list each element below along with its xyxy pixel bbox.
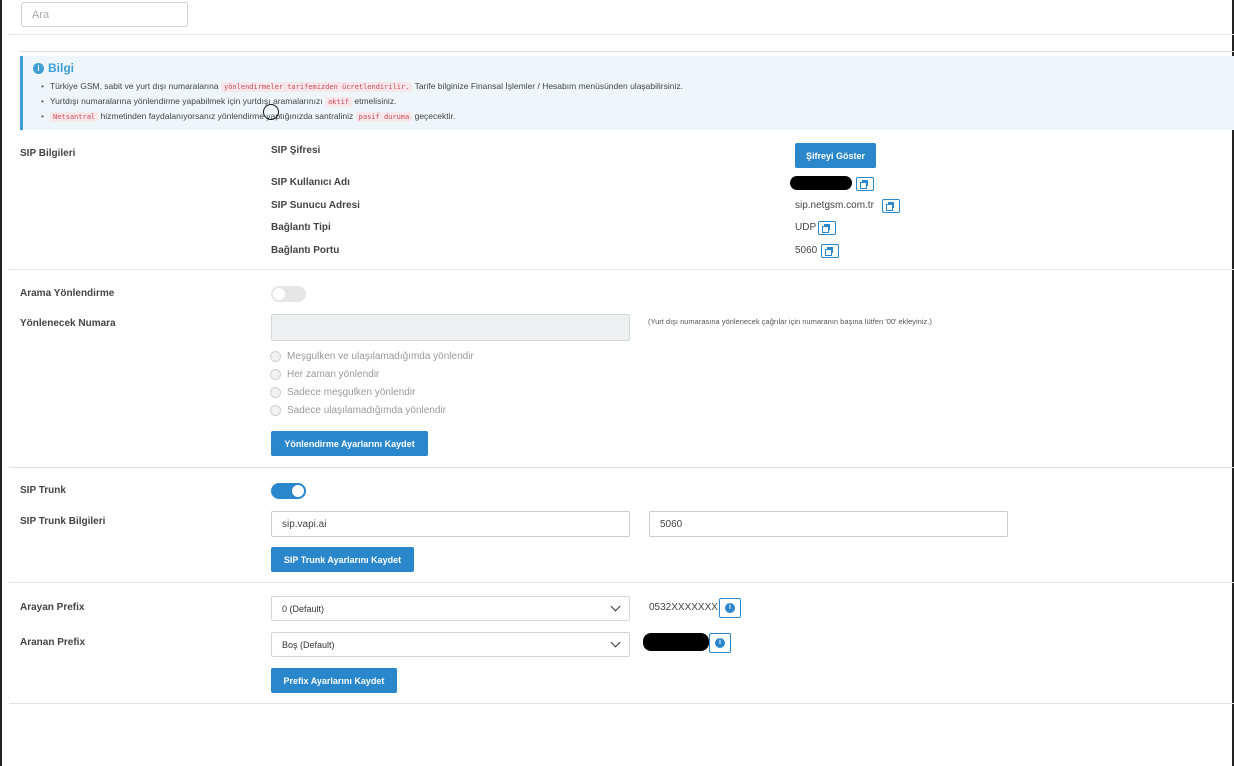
port-label: Bağlantı Portu — [271, 245, 340, 256]
forward-option-radio[interactable]: Her zaman yönlendir — [270, 369, 379, 380]
trunk-info-label: SIP Trunk Bilgileri — [20, 516, 106, 527]
save-prefix-button[interactable]: Prefix Ayarlarını Kaydet — [271, 668, 397, 693]
divider — [9, 34, 1234, 35]
save-trunk-button[interactable]: SIP Trunk Ayarlarını Kaydet — [271, 547, 414, 572]
info-icon: i — [725, 603, 735, 613]
sip-server-value: sip.netgsm.com.tr — [795, 200, 874, 211]
trunk-toggle[interactable] — [271, 483, 306, 499]
conn-type-label: Bağlantı Tipi — [271, 222, 331, 233]
trunk-port-input[interactable]: 5060 — [649, 511, 1008, 537]
forward-number-input[interactable] — [271, 314, 630, 341]
forward-number-label: Yönlenecek Numara — [20, 318, 116, 329]
sip-username-label: SIP Kullanıcı Adı — [271, 177, 350, 188]
info-icon: i — [715, 638, 725, 648]
search-input[interactable] — [21, 2, 188, 27]
radio-circle — [270, 369, 281, 380]
caller-prefix-info-icon[interactable]: i — [719, 598, 741, 618]
trunk-host-input[interactable]: sip.vapi.ai — [271, 511, 630, 537]
callee-prefix-label: Aranan Prefix — [20, 637, 86, 648]
info-list-item: Netsantral hizmetinden faydalanıyorsanız… — [41, 109, 1224, 124]
divider — [9, 703, 1234, 704]
trunk-section-label: SIP Trunk — [20, 485, 66, 496]
toggle-knob — [292, 485, 304, 497]
callee-prefix-select[interactable]: Boş (Default) — [271, 632, 630, 657]
info-list-item: Yurtdışı numaralarına yönlendirme yapabi… — [41, 94, 1224, 109]
conn-type-value: UDP — [795, 222, 817, 233]
forward-section-label: Arama Yönlendirme — [20, 288, 115, 299]
caller-prefix-label: Arayan Prefix — [20, 602, 85, 613]
caller-prefix-select[interactable]: 0 (Default) — [271, 596, 630, 621]
divider — [9, 467, 1234, 468]
info-icon: i — [33, 62, 44, 74]
caller-prefix-example: 0532XXXXXXX — [649, 602, 718, 613]
chevron-down-icon — [610, 637, 621, 648]
show-password-button[interactable]: Şifreyi Göster — [795, 143, 876, 168]
port-value: 5060 — [795, 245, 818, 256]
radio-circle — [270, 405, 281, 416]
copy-username-icon[interactable] — [856, 177, 874, 191]
forward-toggle[interactable] — [271, 286, 306, 302]
divider — [9, 269, 1234, 270]
radio-circle — [270, 351, 281, 362]
copy-server-icon[interactable] — [882, 199, 900, 213]
mouse-cursor-icon — [263, 104, 279, 120]
chevron-down-icon — [610, 601, 621, 612]
radio-circle — [270, 387, 281, 398]
info-title: i Bilgi — [33, 61, 1224, 75]
sip-password-label: SIP Şifresi — [271, 145, 321, 156]
toggle-knob — [273, 288, 285, 300]
sip-server-label: SIP Sunucu Adresi — [271, 200, 360, 211]
redacted-username — [790, 176, 852, 190]
info-alert: i Bilgi Türkiye GSM, sabit ve yurt dışı … — [20, 56, 1234, 130]
copy-conn-type-icon[interactable] — [818, 221, 836, 235]
info-list-item: Türkiye GSM, sabit ve yurt dışı numarala… — [41, 79, 1224, 94]
copy-port-icon[interactable] — [821, 244, 839, 258]
window-left-border — [0, 0, 2, 766]
forward-option-radio[interactable]: Meşgulken ve ulaşılamadığımda yönlendir — [270, 351, 474, 362]
sip-section-label: SIP Bilgileri — [20, 148, 76, 159]
redacted-callee-example — [643, 633, 709, 651]
forward-hint: (Yurt dışı numarasına yönlenecek çağrıla… — [648, 317, 932, 326]
divider — [9, 582, 1234, 583]
forward-option-radio[interactable]: Sadece ulaşılamadığımda yönlendir — [270, 405, 446, 416]
divider — [20, 51, 1234, 52]
forward-option-radio[interactable]: Sadece meşgulken yönlendir — [270, 387, 415, 398]
save-forward-button[interactable]: Yönlendirme Ayarlarını Kaydet — [271, 431, 428, 456]
callee-prefix-info-icon[interactable]: i — [709, 633, 731, 653]
info-list: Türkiye GSM, sabit ve yurt dışı numarala… — [41, 79, 1224, 124]
